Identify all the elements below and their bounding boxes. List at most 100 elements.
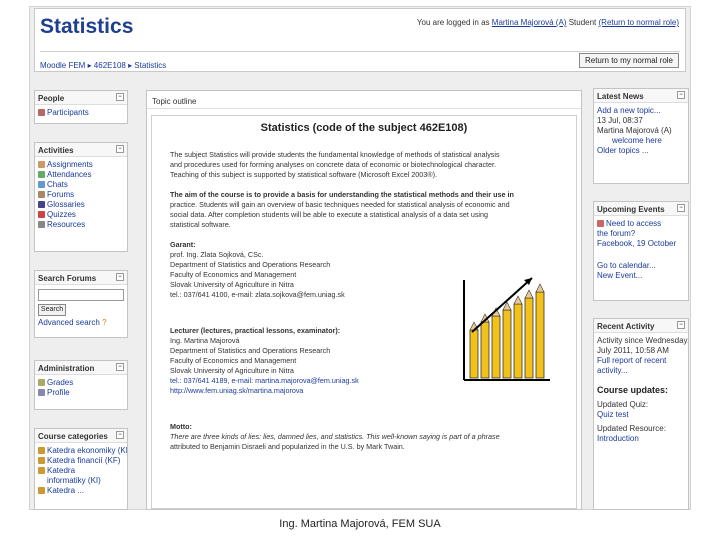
news-author: Martina Majorová (A) [597, 126, 672, 135]
sidebar-item-assignments[interactable]: Assignments [35, 160, 127, 170]
pencil-bar [491, 315, 501, 379]
site-title[interactable]: Statistics [40, 15, 133, 39]
pencil-bar [469, 329, 479, 379]
new-event-link[interactable]: New Event... [594, 271, 688, 281]
sidebar-item-glossaries[interactable]: Glossaries [35, 200, 127, 210]
folder-icon [38, 487, 45, 494]
pencil-tip [535, 283, 545, 293]
quiz-icon [38, 211, 45, 218]
pencil-tip [513, 295, 523, 305]
sidebar-item-quizzes[interactable]: Quizzes [35, 210, 127, 220]
news-item-link[interactable]: welcome here [594, 136, 688, 146]
event-icon [597, 220, 604, 227]
lecturer-email-link[interactable]: tel.: 037/641 4189, e-mail: martina.majo… [170, 376, 430, 386]
outline-heading: Topic outline [147, 91, 581, 109]
search-button[interactable]: Search [38, 304, 66, 316]
advanced-search-link[interactable]: Advanced search ? [35, 318, 127, 328]
lecturer-info: Lecturer (lectures, practical lessons, e… [170, 326, 430, 396]
chat-icon [38, 181, 45, 188]
course-title: Statistics (code of the subject 462E108) [260, 122, 468, 134]
collapse-icon[interactable]: − [116, 145, 124, 153]
footer-caption: Ing. Martina Majorová, FEM SUA [279, 518, 441, 530]
forum-icon [38, 191, 45, 198]
pencil-bar [535, 291, 545, 379]
updated-quiz-link[interactable]: Quiz test [594, 410, 688, 420]
event-link[interactable]: the forum? [594, 229, 688, 239]
upcoming-events-block: Upcoming Events − Need to access the foru… [593, 201, 689, 301]
pencil-bar [502, 309, 512, 379]
motto-text: Motto: There are three kinds of lies: li… [170, 422, 500, 451]
breadcrumb[interactable]: Moodle FEM ▸ 462E108 ▸ Statistics [40, 61, 166, 70]
pencil-chart-illustration [463, 277, 550, 381]
category-item[interactable]: Katedra [35, 466, 127, 476]
folder-icon [38, 467, 45, 474]
lecturer-web-link[interactable]: http://www.fem.uniag.sk/martina.majorova [170, 386, 430, 396]
attendance-icon [38, 171, 45, 178]
collapse-icon[interactable]: − [677, 91, 685, 99]
user-link[interactable]: Martina Majorová (A) [492, 18, 567, 27]
category-item[interactable]: informatiky (KI) [35, 476, 127, 486]
full-report-link[interactable]: Full report of recent [594, 356, 688, 366]
event-link[interactable]: Need to access [594, 219, 688, 229]
login-info: You are logged in as Martina Majorová (A… [416, 18, 679, 27]
updated-resource-label: Updated Resource: [597, 424, 666, 433]
older-topics-link[interactable]: Older topics ... [594, 146, 688, 156]
folder-icon [38, 447, 45, 454]
category-item[interactable]: Katedra ... [35, 486, 127, 496]
updated-resource-link[interactable]: Introduction [594, 434, 688, 444]
administration-block: Administration − Grades Profile [34, 360, 128, 410]
help-icon[interactable]: ? [102, 318, 106, 327]
collapse-icon[interactable]: − [116, 273, 124, 281]
resource-icon [38, 221, 45, 228]
sidebar-item-forums[interactable]: Forums [35, 190, 127, 200]
collapse-icon[interactable]: − [677, 204, 685, 212]
sidebar-item-participants[interactable]: Participants [35, 108, 127, 118]
return-role-button[interactable]: Return to my normal role [578, 53, 679, 68]
trend-arrow [471, 277, 533, 333]
topic-section: Statistics (code of the subject 462E108)… [151, 115, 577, 509]
sidebar-item-resources[interactable]: Resources [35, 220, 127, 230]
pencil-bars [469, 283, 545, 379]
pencil-tip [524, 289, 534, 299]
full-report-link-cont[interactable]: activity... [594, 366, 688, 376]
page-header: Statistics You are logged in as Martina … [34, 8, 686, 72]
course-updates-heading: Course updates: [597, 385, 669, 395]
search-forums-block: Search Forums − Search Advanced search ? [34, 270, 128, 338]
sidebar-item-attendances[interactable]: Attendances [35, 170, 127, 180]
pencil-bar [513, 303, 523, 379]
activity-since-date: July 2011, 10:58 AM [597, 346, 669, 355]
go-to-calendar-link[interactable]: Go to calendar... [594, 261, 688, 271]
activity-since: Activity since Wednesday, 13 [597, 336, 688, 345]
sidebar-item-chats[interactable]: Chats [35, 180, 127, 190]
people-icon [38, 109, 45, 116]
folder-icon [38, 457, 45, 464]
category-item[interactable]: Katedra financií (KF) [35, 456, 127, 466]
news-date: 13 Jul, 08:37 [597, 116, 643, 125]
people-block: People − Participants [34, 90, 128, 124]
profile-icon [38, 389, 45, 396]
grades-icon [38, 379, 45, 386]
updated-quiz-label: Updated Quiz: [597, 400, 649, 409]
assignment-icon [38, 161, 45, 168]
sidebar-item-profile[interactable]: Profile [35, 388, 127, 398]
course-categories-block: Course categories − Katedra ekonomiky (KE… [34, 428, 128, 510]
garant-info: Garant: prof. Ing. Zlata Sojková, CSc. D… [170, 240, 345, 299]
pencil-bar [480, 321, 490, 379]
category-item[interactable]: Katedra ekonomiky (KE) [35, 446, 127, 456]
glossary-icon [38, 201, 45, 208]
activities-block: Activities − Assignments Attendances Chat… [34, 142, 128, 252]
recent-activity-block: Recent Activity − Activity since Wednesda… [593, 318, 689, 510]
event-date-link[interactable]: Facebook, 19 October [594, 239, 688, 249]
collapse-icon[interactable]: − [116, 363, 124, 371]
search-input[interactable] [38, 289, 124, 301]
collapse-icon[interactable]: − [116, 431, 124, 439]
pencil-bar [524, 297, 534, 379]
sidebar-item-grades[interactable]: Grades [35, 378, 127, 388]
return-normal-role-link[interactable]: (Return to normal role) [599, 18, 679, 27]
topic-outline: Topic outline Statistics (code of the su… [146, 90, 582, 510]
add-topic-link[interactable]: Add a new topic... [594, 106, 688, 116]
collapse-icon[interactable]: − [116, 93, 124, 101]
aim-text: The aim of the course is to provide a ba… [170, 190, 514, 229]
intro-text: The subject Statistics will provide stud… [170, 150, 500, 179]
collapse-icon[interactable]: − [677, 321, 685, 329]
